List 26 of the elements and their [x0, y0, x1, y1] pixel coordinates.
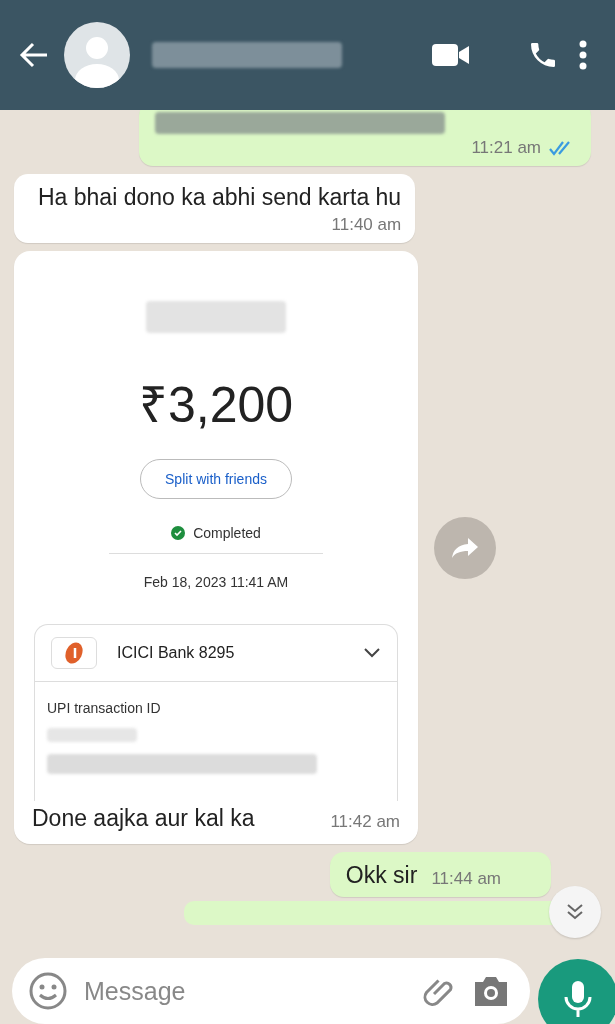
- message-time: 11:40 am: [331, 215, 402, 235]
- menu-icon[interactable]: [579, 40, 587, 70]
- transaction-id-label: UPI transaction ID: [47, 700, 162, 716]
- status-text: Completed: [193, 525, 261, 541]
- message-time: 11:44 am: [431, 869, 501, 889]
- chevron-down-icon[interactable]: [363, 647, 381, 659]
- message-time: 11:21 am: [471, 138, 541, 158]
- message-text: Done aajka aur kal ka: [32, 805, 255, 832]
- message-text: Okk sir: [345, 862, 418, 889]
- check-icon: [171, 526, 186, 540]
- microphone-icon: [562, 979, 594, 1019]
- video-call-icon[interactable]: [431, 42, 471, 68]
- bank-name: ICICI Bank 8295: [117, 644, 236, 662]
- split-button[interactable]: Split with friends: [140, 459, 292, 499]
- emoji-icon[interactable]: [28, 971, 68, 1011]
- back-icon[interactable]: [19, 42, 49, 68]
- message-time: 11:42 am: [330, 812, 400, 832]
- scroll-down-button[interactable]: [549, 886, 601, 938]
- message-text: Ha bhai dono ka abhi send karta hu: [38, 184, 402, 211]
- camera-icon[interactable]: [472, 974, 510, 1008]
- payment-date: Feb 18, 2023 11:41 AM: [143, 574, 289, 590]
- forward-icon: [450, 535, 480, 560]
- bank-logo-icon: [51, 637, 97, 669]
- microphone-button[interactable]: [538, 959, 615, 1024]
- message-field[interactable]: Message: [12, 958, 530, 1024]
- payment-amount: ₹3,200: [138, 376, 294, 435]
